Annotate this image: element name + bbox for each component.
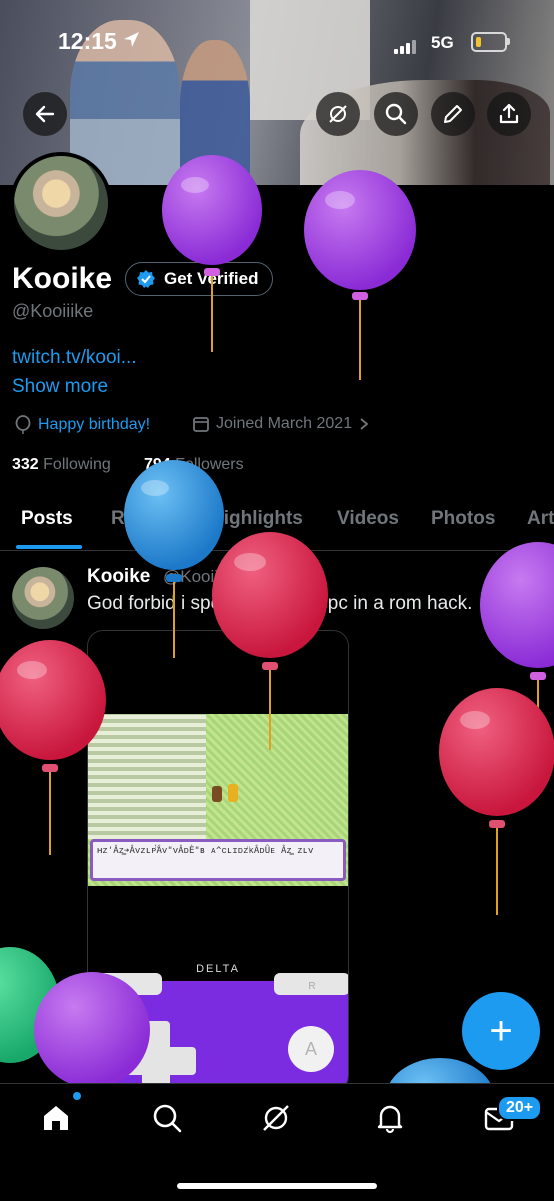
tab-posts[interactable]: Posts [21, 508, 73, 530]
balloon-blue [124, 460, 224, 658]
profile-name: Kooike [12, 262, 113, 295]
a-button: A [288, 1026, 334, 1072]
tab-highlights[interactable]: Highlights [210, 508, 303, 530]
game-npc [212, 786, 222, 802]
balloon-icon [15, 415, 31, 434]
share-icon [499, 103, 519, 124]
balloon-red [439, 688, 554, 915]
tab-photos[interactable]: Photos [431, 508, 495, 530]
followers-link[interactable]: 794 Followers [144, 456, 244, 474]
verified-badge-icon [137, 270, 155, 288]
joined-info[interactable]: Joined March 2021 [192, 415, 370, 433]
grok-icon [329, 105, 347, 123]
home-notification-dot [73, 1092, 81, 1100]
balloon-purple [304, 170, 416, 380]
search-icon[interactable] [151, 1102, 183, 1134]
messages-badge: 20+ [497, 1095, 543, 1121]
show-more-link[interactable]: Show more [12, 376, 108, 398]
network-label: 5G [431, 33, 454, 52]
tab-replies[interactable]: Replies [111, 508, 179, 530]
signal-icon [394, 36, 418, 54]
controller-skin: R A [88, 973, 348, 1091]
pencil-icon [444, 105, 462, 123]
dpad [116, 1021, 196, 1091]
battery-tip [507, 38, 510, 45]
back-arrow-icon [35, 105, 55, 123]
tab-videos[interactable]: Videos [337, 508, 399, 530]
profile-tabs: Posts Replies Highlights Videos Photos A… [0, 500, 554, 551]
followers-label: Followers [175, 456, 244, 473]
profile-link[interactable]: twitch.tv/kooi... [12, 347, 137, 369]
grok-icon[interactable] [260, 1102, 292, 1134]
search-button[interactable] [374, 92, 418, 136]
game-dialog-box: ʜᴢ'Âᴢ͇͇➔Âᴠᴢʟᴘ̈́Âᴠ"ᴠÂᴅÈ"ʙ ᴀ^ᴄʟɪᴅᴢ̈ᴋÂᴅÛᴇ Â… [90, 839, 346, 881]
home-indicator [177, 1183, 377, 1189]
status-time: 12:15 [58, 28, 117, 54]
chevron-right-icon [360, 418, 369, 430]
following-label: Following [43, 456, 111, 473]
active-tab-indicator [16, 545, 82, 549]
following-count: 332 [12, 456, 39, 473]
game-player [228, 784, 238, 802]
post-avatar[interactable] [12, 567, 74, 629]
right-shoulder-button: R [274, 973, 348, 995]
share-button[interactable] [487, 92, 531, 136]
compose-button[interactable]: + [462, 992, 540, 1070]
followers-count: 794 [144, 456, 171, 473]
game-screen: ʜᴢ'Âᴢ͇͇➔Âᴠᴢʟᴘ̈́Âᴠ"ᴠÂᴅÈ"ʙ ᴀ^ᴄʟɪᴅᴢ̈ᴋÂᴅÛᴇ Â… [88, 714, 348, 886]
edit-button[interactable] [431, 92, 475, 136]
get-verified-label: Get Verified [164, 269, 259, 288]
tab-art[interactable]: Art [527, 508, 554, 530]
post-author-name[interactable]: Kooike [87, 566, 150, 588]
search-icon [385, 103, 407, 125]
calendar-icon [193, 417, 209, 432]
location-icon [124, 32, 139, 47]
get-verified-button[interactable]: Get Verified [125, 262, 274, 296]
joined-label: Joined March 2021 [216, 415, 353, 432]
left-shoulder-button [88, 973, 162, 995]
grok-button[interactable] [316, 92, 360, 136]
game-rock-wall [88, 714, 206, 839]
home-icon[interactable] [40, 1102, 72, 1134]
banner-person [180, 40, 250, 185]
post-media[interactable]: ʜᴢ'Âᴢ͇͇➔Âᴠᴢʟᴘ̈́Âᴠ"ᴠÂᴅÈ"ʙ ᴀ^ᴄʟɪᴅᴢ̈ᴋÂᴅÛᴇ Â… [87, 630, 349, 1092]
back-button[interactable] [23, 92, 67, 136]
post-handle-time: @Kooiiike · 1d [163, 567, 274, 586]
profile-avatar[interactable] [10, 152, 112, 254]
notifications-bell-icon[interactable] [374, 1102, 406, 1134]
following-link[interactable]: 332 Following [12, 456, 111, 474]
birthday-info[interactable]: Happy birthday! [14, 415, 150, 435]
balloon-green [0, 947, 60, 1063]
battery-icon [471, 32, 507, 52]
post-text: God forbid i speak to ONE Npc in a rom h… [87, 593, 473, 614]
grok-x-icon[interactable] [514, 566, 540, 592]
birthday-label: Happy birthday! [38, 416, 151, 433]
profile-handle: @Kooiiike [12, 301, 94, 321]
compose-plus-icon: + [489, 1008, 513, 1053]
